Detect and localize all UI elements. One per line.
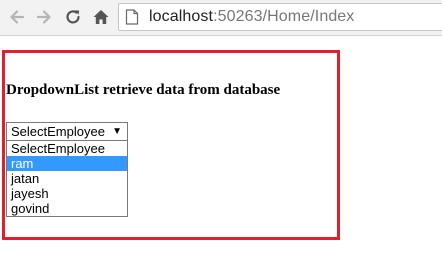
dropdown-arrow-icon: ▼ bbox=[112, 126, 122, 137]
url-path: :50263/Home/Index bbox=[213, 8, 355, 25]
page-content: DropdownList retrieve data from database… bbox=[0, 36, 442, 269]
dropdown-option[interactable]: SelectEmployee bbox=[7, 141, 127, 156]
arrow-left-icon bbox=[10, 10, 25, 24]
dropdown-list: SelectEmployee ram jatan jayesh govind bbox=[6, 141, 128, 217]
reload-button[interactable] bbox=[62, 6, 84, 28]
arrow-right-icon bbox=[36, 10, 51, 24]
browser-toolbar: localhost:50263/Home/Index bbox=[0, 0, 442, 36]
select-value: SelectEmployee bbox=[11, 124, 105, 139]
dropdown-option[interactable]: govind bbox=[7, 201, 127, 216]
back-button[interactable] bbox=[6, 6, 28, 28]
home-button[interactable] bbox=[90, 6, 112, 28]
employee-select[interactable]: SelectEmployee ▼ bbox=[6, 122, 128, 141]
url-host: localhost bbox=[149, 8, 214, 25]
dropdown-option[interactable]: ram bbox=[7, 156, 127, 171]
reload-icon bbox=[66, 10, 80, 24]
dropdown-option[interactable]: jatan bbox=[7, 171, 127, 186]
forward-button[interactable] bbox=[33, 6, 55, 28]
dropdown-option[interactable]: jayesh bbox=[7, 186, 127, 201]
home-icon bbox=[93, 10, 109, 24]
address-bar[interactable]: localhost:50263/Home/Index bbox=[118, 3, 442, 31]
url-text[interactable]: localhost:50263/Home/Index bbox=[149, 8, 354, 26]
page-icon bbox=[125, 9, 139, 25]
page-heading: DropdownList retrieve data from database bbox=[6, 82, 281, 98]
